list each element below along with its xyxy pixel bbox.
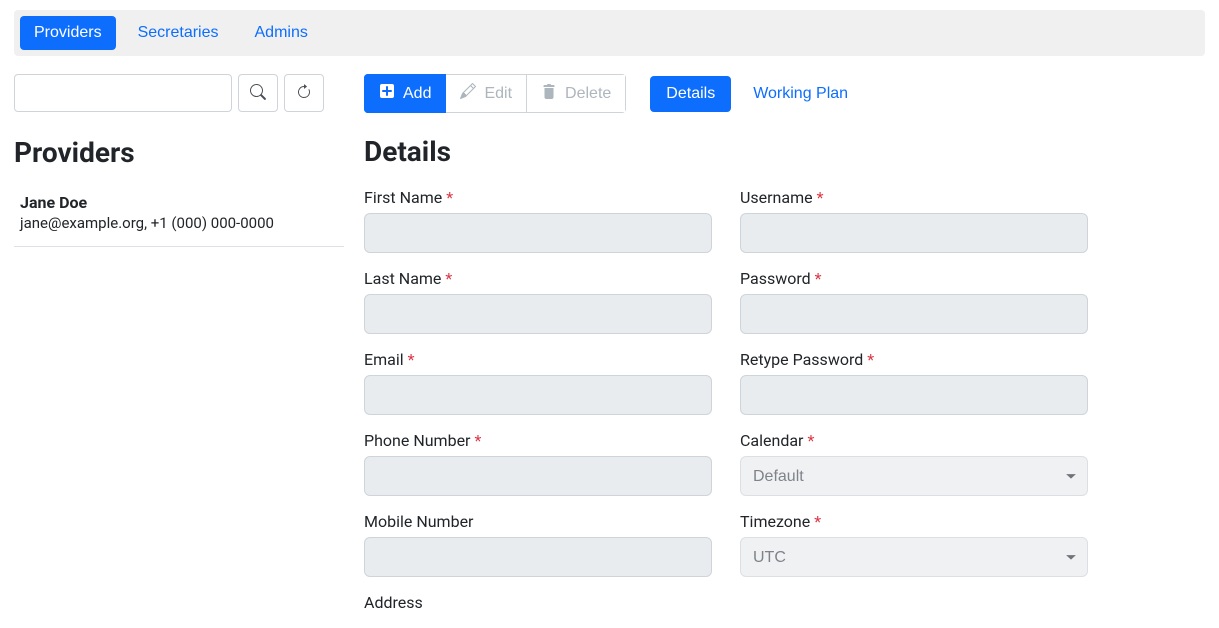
edit-button[interactable]: Edit <box>446 74 527 113</box>
subtab-working-plan[interactable]: Working Plan <box>737 76 864 112</box>
timezone-label: Timezone * <box>740 512 1088 531</box>
password-label: Password * <box>740 269 1088 288</box>
phone-field[interactable] <box>364 456 712 496</box>
calendar-select[interactable]: Default <box>740 456 1088 496</box>
delete-button-label: Delete <box>565 85 611 103</box>
left-title: Providers <box>14 136 344 169</box>
tab-secretaries[interactable]: Secretaries <box>124 16 233 50</box>
search-button[interactable] <box>238 74 278 112</box>
plus-icon <box>379 83 395 104</box>
username-label: Username * <box>740 188 1088 207</box>
tab-admins[interactable]: Admins <box>241 16 322 50</box>
last-name-field[interactable] <box>364 294 712 334</box>
refresh-icon <box>296 84 312 103</box>
calendar-label: Calendar * <box>740 431 1088 450</box>
last-name-label: Last Name * <box>364 269 712 288</box>
action-button-group: Add Edit Delete <box>364 74 626 113</box>
tab-providers[interactable]: Providers <box>20 16 116 50</box>
list-item-name: Jane Doe <box>20 193 338 212</box>
trash-icon <box>541 83 557 104</box>
search-input[interactable] <box>14 74 232 112</box>
add-button-label: Add <box>403 85 431 103</box>
email-field[interactable] <box>364 375 712 415</box>
delete-button[interactable]: Delete <box>527 74 626 113</box>
top-nav-tabs: Providers Secretaries Admins <box>14 10 1205 56</box>
email-label: Email * <box>364 350 712 369</box>
address-label: Address <box>364 593 712 612</box>
timezone-select[interactable]: UTC <box>740 537 1088 577</box>
add-button[interactable]: Add <box>364 74 446 113</box>
phone-label: Phone Number * <box>364 431 712 450</box>
subtab-group: Details Working Plan <box>650 76 864 112</box>
password-field[interactable] <box>740 294 1088 334</box>
refresh-button[interactable] <box>284 74 324 112</box>
search-icon <box>250 84 266 103</box>
edit-button-label: Edit <box>484 85 512 103</box>
subtab-details[interactable]: Details <box>650 76 731 112</box>
retype-password-label: Retype Password * <box>740 350 1088 369</box>
mobile-label: Mobile Number <box>364 512 712 531</box>
first-name-field[interactable] <box>364 213 712 253</box>
list-item[interactable]: Jane Doe jane@example.org, +1 (000) 000-… <box>14 189 344 247</box>
edit-icon <box>460 83 476 104</box>
first-name-label: First Name * <box>364 188 712 207</box>
details-title: Details <box>364 135 1205 168</box>
list-item-sub: jane@example.org, +1 (000) 000-0000 <box>20 214 338 232</box>
mobile-field[interactable] <box>364 537 712 577</box>
username-field[interactable] <box>740 213 1088 253</box>
retype-password-field[interactable] <box>740 375 1088 415</box>
